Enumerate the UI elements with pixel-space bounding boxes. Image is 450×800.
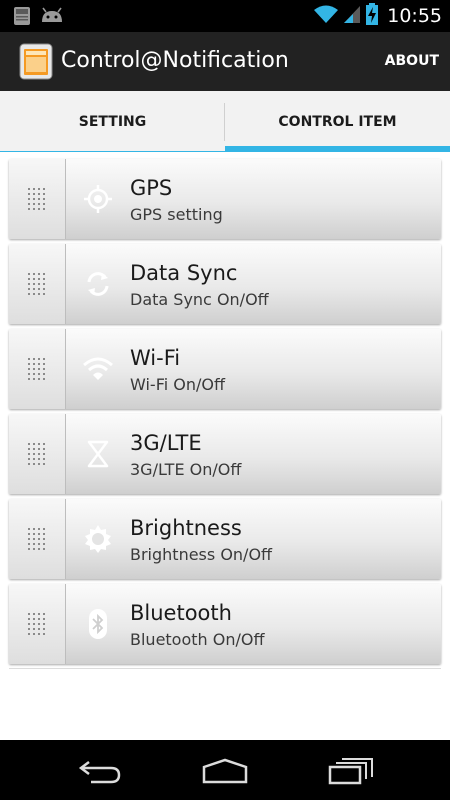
sd-card-icon xyxy=(12,6,32,31)
item-subtitle: Bluetooth On/Off xyxy=(130,629,265,649)
bluetooth-icon xyxy=(66,584,130,664)
gps-icon xyxy=(66,159,130,239)
drag-handle[interactable] xyxy=(9,159,66,239)
item-subtitle: 3G/LTE On/Off xyxy=(130,459,242,479)
drag-handle[interactable] xyxy=(9,244,66,324)
tab-setting[interactable]: SETTING xyxy=(0,91,225,152)
status-bar: 10:55 xyxy=(0,0,450,32)
navigation-bar xyxy=(0,740,450,800)
battery-charging-icon xyxy=(365,2,379,30)
tab-label: SETTING xyxy=(78,113,147,130)
action-bar: Control@Notification ABOUT xyxy=(0,32,450,91)
tab-label: CONTROL ITEM xyxy=(278,113,397,130)
list-divider xyxy=(9,668,441,669)
home-icon[interactable] xyxy=(198,754,252,788)
signal-icon xyxy=(343,4,361,29)
item-body[interactable]: Brightness Brightness On/Off xyxy=(66,499,441,579)
item-title: Data Sync xyxy=(130,260,238,285)
item-body[interactable]: GPS GPS setting xyxy=(66,159,441,239)
app-title: Control@Notification xyxy=(61,48,289,73)
item-title: Brightness xyxy=(130,515,242,540)
tab-indicator-active xyxy=(225,146,450,152)
item-subtitle: Wi-Fi On/Off xyxy=(130,374,225,394)
drag-handle[interactable] xyxy=(9,499,66,579)
list-item-3g-lte[interactable]: 3G/LTE 3G/LTE On/Off xyxy=(9,414,441,494)
wifi-icon xyxy=(66,329,130,409)
item-title: GPS xyxy=(130,175,173,200)
tab-divider xyxy=(224,103,225,141)
control-item-list: GPS GPS setting Data Sync Data Sync On/O… xyxy=(9,159,441,669)
list-item-wifi[interactable]: Wi-Fi Wi-Fi On/Off xyxy=(9,329,441,409)
item-subtitle: GPS setting xyxy=(130,204,223,224)
list-item-gps[interactable]: GPS GPS setting xyxy=(9,159,441,239)
android-icon xyxy=(40,6,64,31)
item-subtitle: Data Sync On/Off xyxy=(130,289,269,309)
wifi-status-icon xyxy=(313,4,339,29)
sync-icon xyxy=(66,244,130,324)
hourglass-icon xyxy=(66,414,130,494)
clock: 10:55 xyxy=(387,5,442,27)
tab-bar: SETTING CONTROL ITEM xyxy=(0,91,450,152)
item-title: 3G/LTE xyxy=(130,430,202,455)
back-icon[interactable] xyxy=(73,754,127,788)
list-item-bluetooth[interactable]: Bluetooth Bluetooth On/Off xyxy=(9,584,441,664)
drag-handle[interactable] xyxy=(9,329,66,409)
about-button[interactable]: ABOUT xyxy=(385,53,439,69)
item-body[interactable]: 3G/LTE 3G/LTE On/Off xyxy=(66,414,441,494)
item-body[interactable]: Bluetooth Bluetooth On/Off xyxy=(66,584,441,664)
tab-indicator xyxy=(0,151,225,152)
recents-icon[interactable] xyxy=(324,754,378,788)
item-body[interactable]: Wi-Fi Wi-Fi On/Off xyxy=(66,329,441,409)
brightness-icon xyxy=(66,499,130,579)
item-body[interactable]: Data Sync Data Sync On/Off xyxy=(66,244,441,324)
item-title: Wi-Fi xyxy=(130,345,181,370)
drag-handle[interactable] xyxy=(9,584,66,664)
tab-control-item[interactable]: CONTROL ITEM xyxy=(225,91,450,152)
item-title: Bluetooth xyxy=(130,600,232,625)
list-item-data-sync[interactable]: Data Sync Data Sync On/Off xyxy=(9,244,441,324)
app-logo-icon[interactable] xyxy=(19,43,53,80)
item-subtitle: Brightness On/Off xyxy=(130,544,273,564)
list-item-brightness[interactable]: Brightness Brightness On/Off xyxy=(9,499,441,579)
drag-handle[interactable] xyxy=(9,414,66,494)
